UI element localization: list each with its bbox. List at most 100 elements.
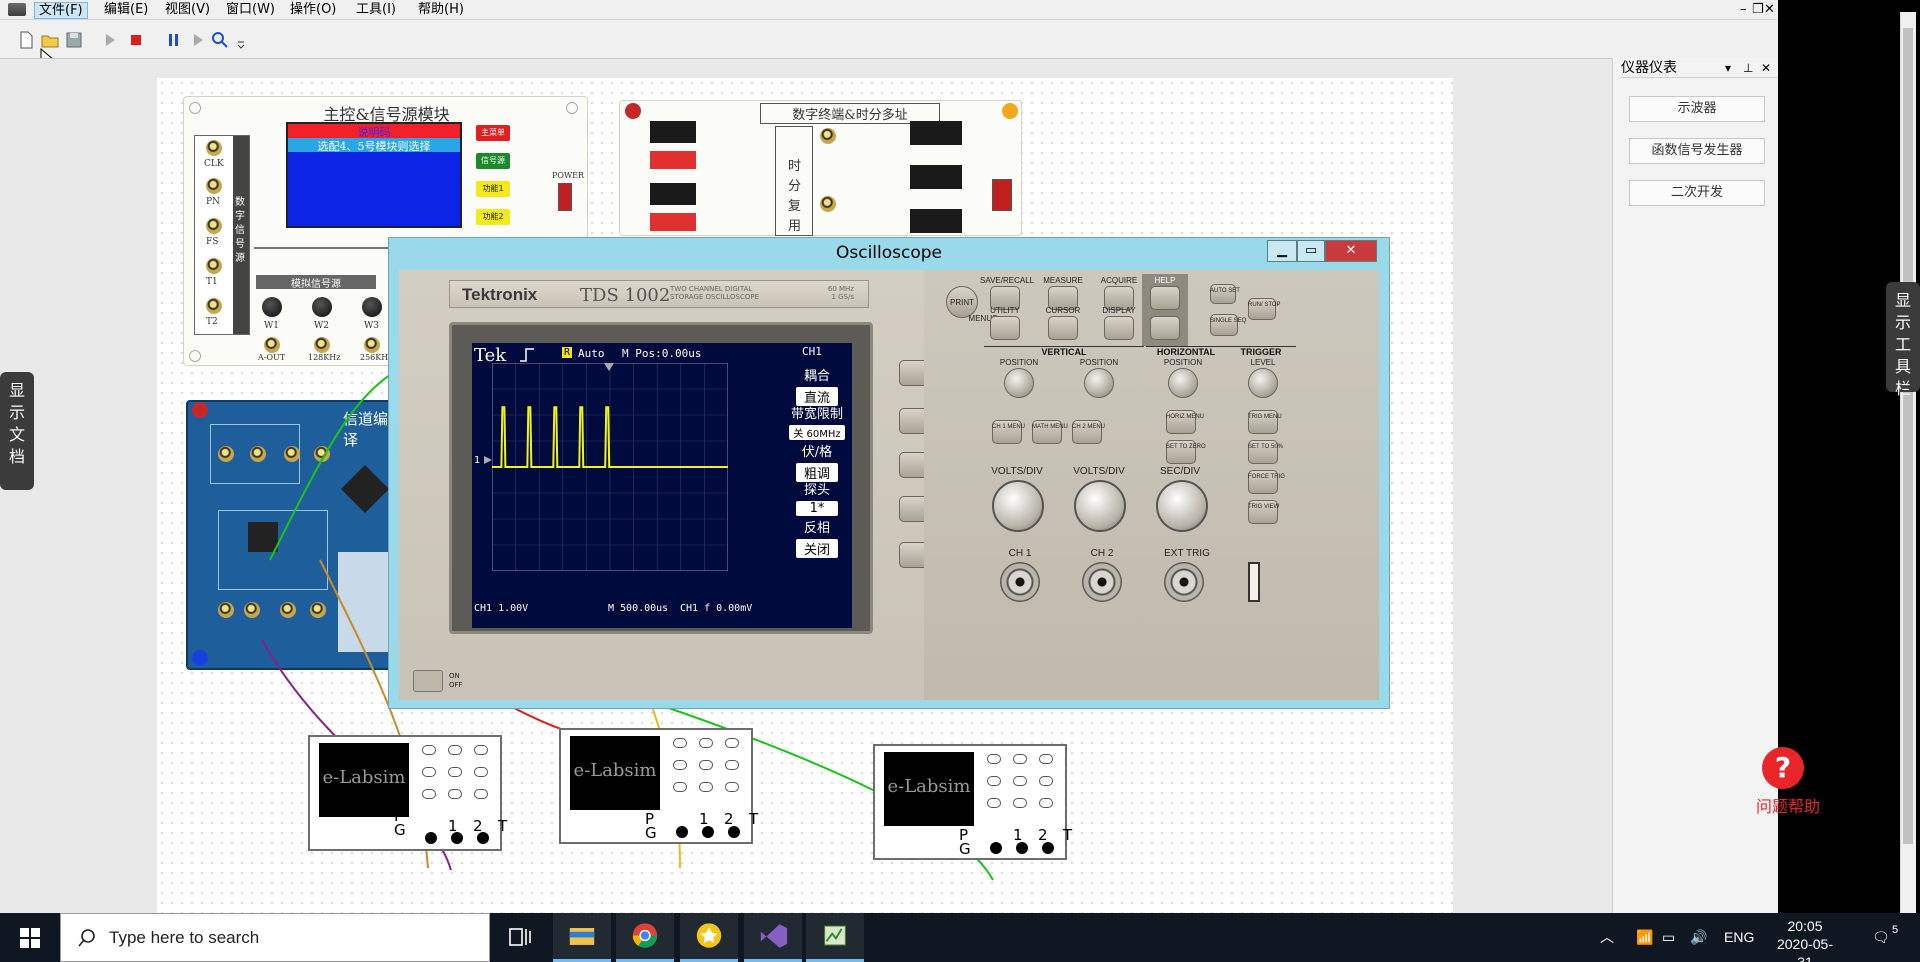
network-icon[interactable]: 📶 <box>1636 913 1653 962</box>
terminal-2[interactable] <box>702 826 714 838</box>
minimize-button[interactable]: ▁ <box>1267 240 1297 262</box>
oscilloscope-button[interactable]: 示波器 <box>1629 96 1765 122</box>
dip-switch[interactable] <box>650 121 696 143</box>
run-icon[interactable] <box>100 30 120 50</box>
terminal-1[interactable] <box>425 832 437 844</box>
mini-scope-2[interactable]: e-Labsim P G 1 2 T <box>559 728 758 844</box>
channel-coding-module[interactable]: 信道编译 <box>186 400 392 670</box>
horiz-position-knob[interactable] <box>1168 368 1198 398</box>
jack-128k[interactable] <box>314 337 330 353</box>
probe-comp-terminal[interactable] <box>1248 562 1260 602</box>
cursor-button[interactable] <box>1048 316 1078 340</box>
ch1-volts-div-knob[interactable] <box>992 480 1044 532</box>
chrome-icon[interactable] <box>616 913 674 962</box>
jack-clk[interactable] <box>206 140 222 156</box>
menu-file[interactable]: 文件(F) <box>34 2 88 19</box>
secondary-development-button[interactable]: 二次开发 <box>1629 180 1765 206</box>
function2-button[interactable]: 功能2 <box>476 209 510 225</box>
step-icon[interactable] <box>188 30 208 50</box>
menu-tools[interactable]: 工具(I) <box>352 2 400 19</box>
jack-256k[interactable] <box>364 337 380 353</box>
menu-bandwidth[interactable]: 带宽限制关 60MHz <box>788 403 846 440</box>
terminal-t[interactable] <box>1042 842 1054 854</box>
ch2-bnc-connector[interactable] <box>1082 562 1122 602</box>
clock[interactable]: 20:05 2020-05-31 <box>1770 917 1840 962</box>
knob-w3[interactable] <box>362 297 382 317</box>
tray-chevron-icon[interactable]: ︿ <box>1600 913 1614 962</box>
elabsim-app-icon[interactable] <box>806 913 864 962</box>
help-label[interactable]: 问题帮助 <box>1748 793 1828 817</box>
dip-switch[interactable] <box>650 183 696 205</box>
jack[interactable] <box>310 602 326 618</box>
ch2-position-knob[interactable] <box>1084 368 1114 398</box>
main-menu-button[interactable]: 主菜单 <box>476 125 510 141</box>
jack[interactable] <box>820 128 836 144</box>
terminal-1[interactable] <box>990 842 1002 854</box>
menu-window[interactable]: 窗口(W) <box>222 2 279 19</box>
volume-icon[interactable]: 🔊 <box>1690 913 1707 962</box>
jack[interactable] <box>820 196 836 212</box>
save-icon[interactable] <box>64 30 84 50</box>
new-file-icon[interactable] <box>16 30 36 50</box>
menu-invert[interactable]: 反相 关闭 <box>788 517 846 558</box>
menu-view[interactable]: 视图(V) <box>161 2 214 19</box>
taskbar-search-box[interactable]: Type here to search <box>60 913 490 962</box>
menu-operate[interactable]: 操作(O) <box>286 2 340 19</box>
scrollbar-thumb[interactable] <box>1903 28 1913 844</box>
mini-scope-1[interactable]: e-Labsim P G 1 2 T <box>308 735 507 851</box>
task-view-icon[interactable] <box>490 913 548 962</box>
jack-pn[interactable] <box>206 178 222 194</box>
power-button[interactable] <box>413 670 443 692</box>
digital-terminal-module[interactable]: 数字终端&时分多址 时分复用 <box>619 100 1022 236</box>
terminal-2[interactable] <box>451 832 463 844</box>
overflow-icon[interactable] <box>236 30 246 50</box>
zoom-icon[interactable] <box>210 30 230 50</box>
language-indicator[interactable]: ENG <box>1724 913 1754 962</box>
close-panel-icon[interactable]: ✕ <box>1761 58 1771 78</box>
maximize-button[interactable]: ▭ <box>1297 240 1325 262</box>
starred-app-icon[interactable] <box>680 913 738 962</box>
help-question-icon[interactable]: ? <box>1762 747 1804 789</box>
show-documents-tab[interactable]: 显示文档 <box>0 372 34 490</box>
pause-icon[interactable] <box>164 30 184 50</box>
terminal-2[interactable] <box>1016 842 1028 854</box>
jack[interactable] <box>250 446 266 462</box>
windows-start-icon[interactable] <box>0 913 60 962</box>
close-icon[interactable]: ✕ <box>1764 2 1775 17</box>
jack-a-out[interactable] <box>264 337 280 353</box>
menu-volts-div[interactable]: 伏/格 粗调 <box>788 441 846 482</box>
file-explorer-icon[interactable] <box>553 913 611 962</box>
function-generator-button[interactable]: 函数信号发生器 <box>1629 138 1765 164</box>
notification-icon[interactable]: 🗨 <box>1872 913 1890 962</box>
trigger-level-knob[interactable] <box>1248 368 1278 398</box>
display-button[interactable] <box>1104 316 1134 340</box>
default-setup-button[interactable] <box>1150 316 1180 340</box>
oscilloscope-titlebar[interactable]: Oscilloscope ▁ ▭ ✕ <box>389 238 1389 270</box>
help-button[interactable] <box>1150 286 1180 310</box>
switch[interactable] <box>992 179 1012 211</box>
jack[interactable] <box>244 602 260 618</box>
oscilloscope-window[interactable]: Oscilloscope ▁ ▭ ✕ Tektronix TDS 1002 TW… <box>388 237 1390 709</box>
visual-studio-icon[interactable] <box>744 913 802 962</box>
battery-icon[interactable]: ▭ <box>1662 913 1675 962</box>
close-button[interactable]: ✕ <box>1325 240 1377 262</box>
power-switch[interactable] <box>558 183 572 211</box>
stop-icon[interactable] <box>126 30 146 50</box>
dip-switch[interactable] <box>650 213 696 231</box>
menu-probe[interactable]: 探头 1* <box>788 479 846 516</box>
knob-w2[interactable] <box>312 297 332 317</box>
menu-help[interactable]: 帮助(H) <box>414 2 468 19</box>
pin-icon[interactable]: ⊥ <box>1743 58 1753 78</box>
menu-edit[interactable]: 编辑(E) <box>100 2 152 19</box>
jack-fs[interactable] <box>206 218 222 234</box>
menu-coupling[interactable]: 耦合 直流 <box>788 365 846 406</box>
ch1-position-knob[interactable] <box>1004 368 1034 398</box>
jack[interactable] <box>218 446 234 462</box>
restore-icon[interactable]: ❐ <box>1752 2 1764 17</box>
utility-button[interactable] <box>990 316 1020 340</box>
function1-button[interactable]: 功能1 <box>476 181 510 197</box>
ch1-bnc-connector[interactable] <box>1000 562 1040 602</box>
mini-scope-3[interactable]: e-Labsim P G 1 2 T <box>873 744 1072 860</box>
minimize-icon[interactable]: – <box>1740 2 1747 17</box>
dip-switch[interactable] <box>650 151 696 169</box>
